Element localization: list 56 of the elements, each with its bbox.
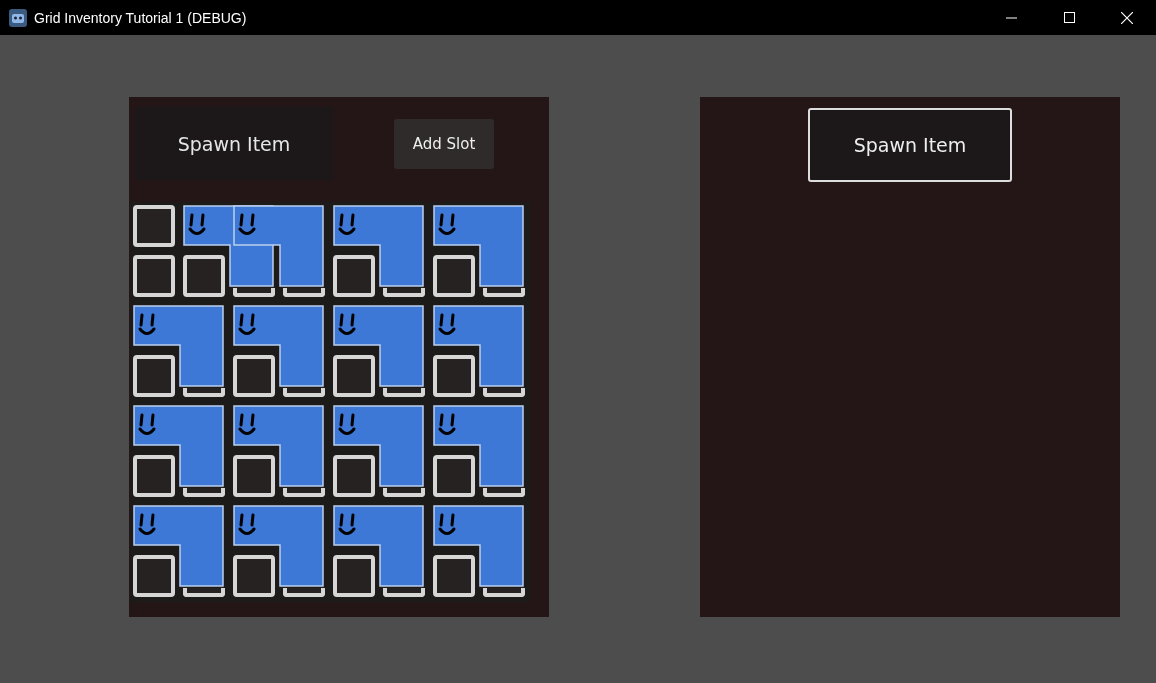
spawn-item-button[interactable]: Spawn Item — [808, 108, 1012, 182]
inventory-slot[interactable] — [233, 355, 275, 397]
l-shaped-item[interactable] — [233, 405, 324, 487]
inventory-slot[interactable] — [483, 288, 525, 297]
inventory-slot[interactable] — [133, 455, 175, 497]
inventory-slot[interactable] — [383, 588, 425, 597]
inventory-slot[interactable] — [133, 205, 175, 247]
inventory-slot[interactable] — [183, 255, 225, 297]
inventory-slot[interactable] — [383, 488, 425, 497]
inventory-slot[interactable] — [283, 488, 325, 497]
inventory-slot[interactable] — [183, 488, 225, 497]
inventory-slot[interactable] — [433, 355, 475, 397]
l-shaped-item[interactable] — [133, 305, 224, 387]
inventory-slot[interactable] — [333, 455, 375, 497]
l-shaped-item[interactable] — [333, 205, 424, 287]
window-title: Grid Inventory Tutorial 1 (DEBUG) — [34, 9, 248, 26]
close-icon — [1121, 11, 1133, 24]
inventory-slot[interactable] — [133, 255, 175, 297]
l-shaped-item[interactable] — [133, 405, 224, 487]
l-shaped-item[interactable] — [433, 405, 524, 487]
inventory-slot[interactable] — [333, 255, 375, 297]
inventory-slot[interactable] — [383, 288, 425, 297]
inventory-slot[interactable] — [483, 588, 525, 597]
spawn-item-button[interactable]: Spawn Item — [135, 107, 333, 180]
minimize-icon — [1005, 16, 1017, 19]
inventory-slot[interactable] — [433, 555, 475, 597]
l-shaped-item[interactable] — [233, 205, 324, 287]
inventory-slot[interactable] — [233, 555, 275, 597]
inventory-slot[interactable] — [433, 255, 475, 297]
app-icon — [9, 8, 27, 27]
inventory-slot[interactable] — [483, 488, 525, 497]
inventory-slot[interactable] — [283, 288, 325, 297]
inventory-slot[interactable] — [183, 588, 225, 597]
l-shaped-item[interactable] — [333, 305, 424, 387]
inventory-slot[interactable] — [233, 455, 275, 497]
inventory-slot[interactable] — [133, 355, 175, 397]
l-shaped-item[interactable] — [333, 505, 424, 587]
add-slot-button[interactable]: Add Slot — [394, 118, 494, 169]
l-shaped-item[interactable] — [333, 405, 424, 487]
inventory-slot[interactable] — [433, 455, 475, 497]
l-shaped-item[interactable] — [433, 205, 524, 287]
inventory-slot[interactable] — [233, 288, 275, 297]
inventory-slot[interactable] — [133, 555, 175, 597]
inventory-slot[interactable] — [183, 388, 225, 397]
l-shaped-item[interactable] — [233, 505, 324, 587]
maximize-icon — [1063, 12, 1075, 23]
inventory-slot[interactable] — [483, 388, 525, 397]
l-shaped-item[interactable] — [433, 505, 524, 587]
inventory-slot[interactable] — [283, 588, 325, 597]
inventory-slot[interactable] — [333, 355, 375, 397]
inventory-slot[interactable] — [283, 388, 325, 397]
inventory-slot[interactable] — [383, 388, 425, 397]
inventory-slot[interactable] — [333, 555, 375, 597]
l-shaped-item[interactable] — [433, 305, 524, 387]
l-shaped-item[interactable] — [233, 305, 324, 387]
l-shaped-item[interactable] — [133, 505, 224, 587]
